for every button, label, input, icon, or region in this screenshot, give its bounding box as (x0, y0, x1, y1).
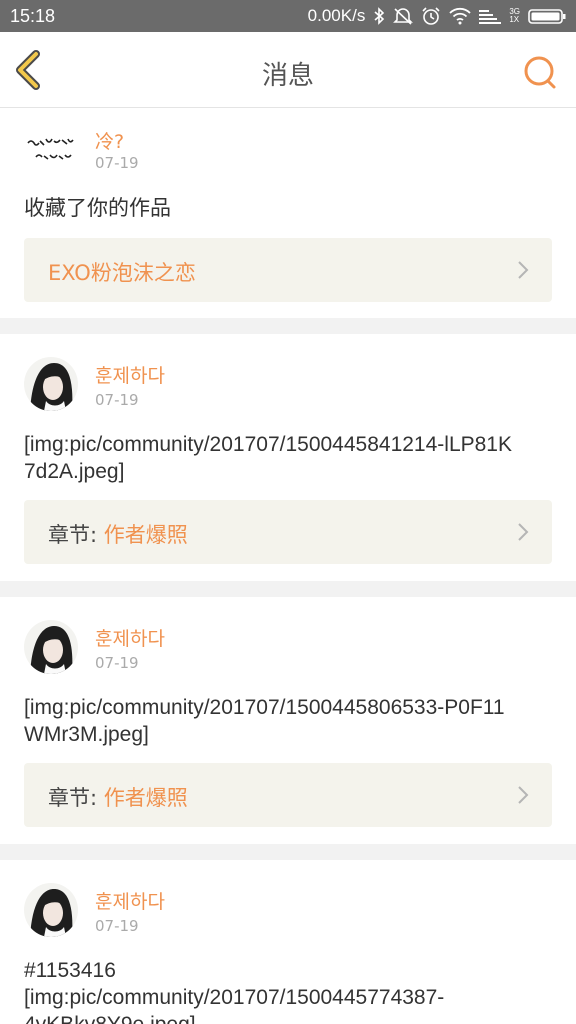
chevron-right-icon (518, 523, 529, 541)
chapter-title: 作者爆照 (103, 786, 188, 810)
card-text: 章节: 作者爆照 (48, 782, 188, 812)
message-date: 07-19 (95, 154, 139, 172)
avatar[interactable] (24, 123, 78, 177)
chapter-title: 作者爆照 (103, 523, 188, 547)
avatar[interactable] (24, 620, 78, 674)
message-text: #1153416 [img:pic/community/201707/15004… (24, 959, 445, 1024)
status-icons: 0.00K/s 3G 1X (308, 5, 566, 27)
chapter-link-card[interactable]: 章节: 作者爆照 (24, 763, 552, 827)
message-list: 冷? 07-19 收藏了你的作品 EXO粉泡沫之恋 훈제하다 07-19 [im… (0, 109, 576, 1024)
message-item: 훈제하다 07-19 [img:pic/community/201707/150… (0, 597, 576, 844)
photo-avatar-image (24, 620, 78, 674)
mute-icon (393, 8, 414, 25)
message-item: 훈제하다 07-19 [img:pic/community/201707/150… (0, 334, 576, 581)
work-title: EXO粉泡沫之恋 (48, 261, 196, 285)
message-date: 07-19 (95, 917, 139, 935)
photo-avatar-image (24, 883, 78, 937)
battery-icon (528, 9, 566, 24)
message-text: 收藏了你的作品 (24, 197, 171, 220)
page-title: 消息 (261, 61, 314, 91)
photo-avatar-image (24, 357, 78, 411)
username[interactable]: 훈제하다 (95, 624, 165, 651)
bluetooth-icon (374, 7, 385, 25)
username[interactable]: 훈제하다 (95, 361, 165, 388)
wifi-icon (449, 7, 471, 25)
divider (0, 318, 576, 334)
message-text: [img:pic/community/201707/1500445806533-… (24, 696, 505, 746)
avatar[interactable] (24, 357, 78, 411)
signal-icon (479, 10, 502, 24)
chevron-right-icon (518, 786, 529, 804)
chapter-label: 章节: (48, 523, 98, 547)
username[interactable]: 훈제하다 (95, 887, 165, 914)
username[interactable]: 冷? (95, 127, 124, 154)
chapter-link-card[interactable]: 章节: 作者爆照 (24, 500, 552, 564)
search-button[interactable] (522, 54, 558, 90)
status-bar: 15:18 0.00K/s 3G 1X (0, 0, 576, 32)
network-speed: 0.00K/s (307, 6, 366, 25)
avatar[interactable] (24, 883, 78, 937)
chevron-right-icon (518, 261, 529, 279)
message-item: 冷? 07-19 收藏了你的作品 EXO粉泡沫之恋 (0, 109, 576, 318)
alarm-icon (422, 7, 440, 25)
card-text: 章节: 作者爆照 (48, 519, 188, 549)
calligraphy-avatar-image (27, 138, 74, 160)
divider (0, 844, 576, 860)
network-type: 3G 1X (509, 7, 520, 24)
status-time: 15:18 (10, 6, 56, 26)
message-item: 훈제하다 07-19 #1153416 [img:pic/community/2… (0, 860, 576, 1024)
search-icon (524, 56, 556, 89)
app-header: 消息 (0, 32, 576, 108)
message-date: 07-19 (95, 654, 139, 672)
chapter-label: 章节: (48, 786, 98, 810)
work-link-card[interactable]: EXO粉泡沫之恋 (24, 238, 552, 302)
divider (0, 581, 576, 597)
card-text: EXO粉泡沫之恋 (48, 257, 196, 287)
message-text: [img:pic/community/201707/1500445841214-… (24, 433, 512, 483)
message-date: 07-19 (95, 391, 139, 409)
